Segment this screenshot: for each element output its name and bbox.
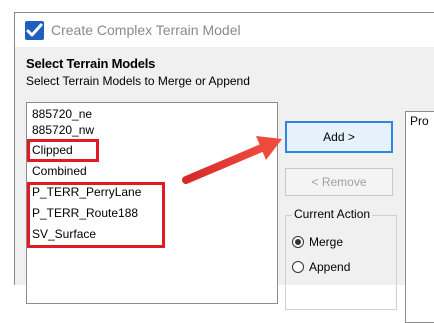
highlight-box-p-terr-group (27, 182, 165, 248)
append-label: Append (309, 260, 351, 274)
highlight-box-clipped (27, 139, 99, 162)
window-title: Create Complex Terrain Model (51, 22, 241, 38)
section-title: Select Terrain Models (26, 56, 156, 71)
dialog-body: Select Terrain Models Select Terrain Mod… (15, 47, 434, 323)
properties-header: Pro (410, 114, 429, 128)
merge-label: Merge (309, 235, 344, 249)
merge-option[interactable]: Merge (292, 235, 343, 249)
create-complex-terrain-dialog: Create Complex Terrain Model Select Terr… (14, 12, 434, 323)
radio-selected-dot (295, 239, 301, 245)
properties-panel[interactable]: Pro (405, 111, 434, 323)
append-radio[interactable] (292, 261, 304, 273)
add-button[interactable]: Add > (285, 121, 393, 153)
list-item[interactable]: 885720_nw (32, 123, 94, 137)
title-bar[interactable]: Create Complex Terrain Model (15, 13, 434, 46)
current-action-group: Current Action Merge Append (285, 207, 397, 310)
append-option[interactable]: Append (292, 260, 350, 274)
current-action-label: Current Action (292, 207, 373, 221)
terrain-model-list[interactable]: 885720_ne 885720_nw Clipped Combined P_T… (26, 102, 278, 304)
list-item[interactable]: Combined (32, 164, 87, 178)
section-description: Select Terrain Models to Merge or Append (26, 74, 250, 88)
merge-radio[interactable] (292, 236, 304, 248)
remove-button[interactable]: < Remove (285, 168, 393, 196)
list-item[interactable]: 885720_ne (32, 107, 92, 121)
terrain-app-icon (25, 21, 44, 40)
